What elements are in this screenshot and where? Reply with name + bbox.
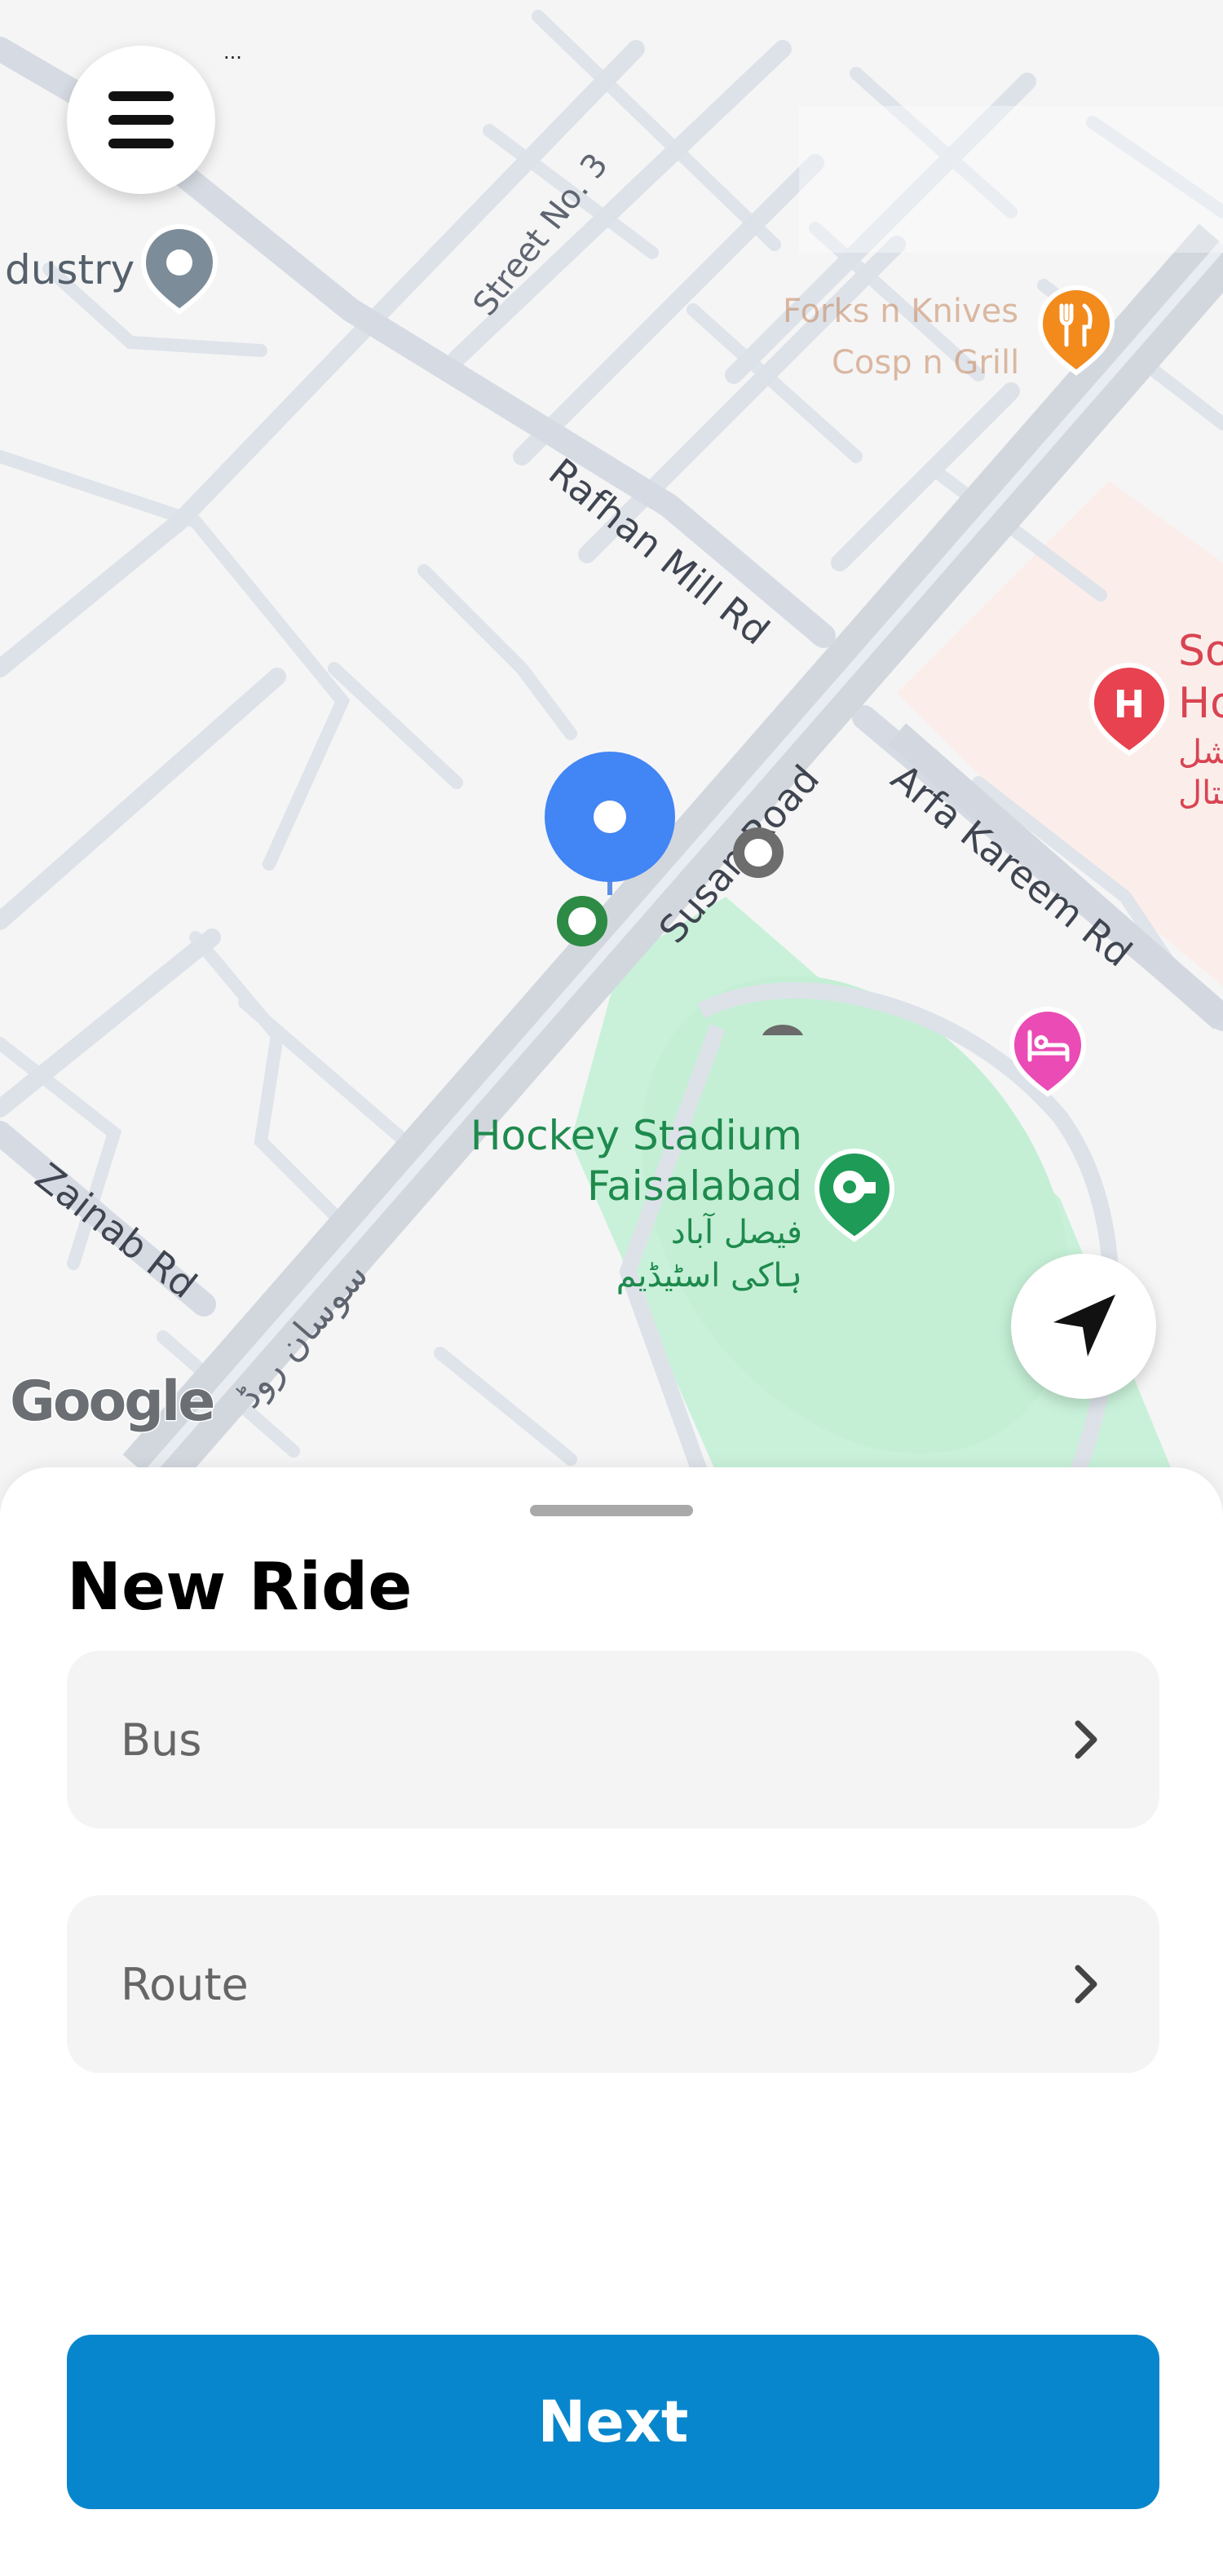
svg-text:H: H <box>1114 682 1146 726</box>
locate-me-button[interactable] <box>1011 1254 1156 1399</box>
poi-label-hospital-line2: Ho <box>1178 679 1223 728</box>
bus-field-label: Bus <box>121 1714 202 1766</box>
sheet-title: New Ride <box>67 1549 413 1625</box>
sheet-drag-handle[interactable] <box>530 1505 693 1516</box>
route-field-label: Route <box>121 1958 249 2010</box>
poi-label-hospital-urdu-line1: شل <box>1178 734 1223 771</box>
poi-label-restaurant-line1: Forks n Knives <box>783 293 1018 330</box>
new-ride-sheet: New Ride Bus Route Next <box>0 1467 1223 2576</box>
map-view[interactable]: Street No. 3 Rafhan Mill Rd Susan Road A… <box>0 0 1223 1475</box>
route-stop-marker-green[interactable] <box>557 896 607 946</box>
google-logo: Google <box>8 1369 216 1436</box>
navigation-arrow-icon <box>1053 1295 1115 1356</box>
next-button[interactable]: Next <box>67 2335 1159 2509</box>
poi-label-hospital-line1: So <box>1178 627 1223 676</box>
chevron-right-icon <box>1075 1965 1097 2004</box>
poi-label-stadium-urdu-line2: ہاکی اسٹیڈیم <box>616 1257 802 1295</box>
poi-label-stadium-line2: Faisalabad <box>587 1162 802 1210</box>
hamburger-icon <box>108 91 174 148</box>
menu-button[interactable] <box>67 46 215 194</box>
poi-label-stadium-line1: Hockey Stadium <box>470 1112 802 1159</box>
poi-label-stadium-urdu-line1: فیصل آباد <box>671 1212 802 1251</box>
top-ellipsis: ... <box>223 41 242 64</box>
bus-select-field[interactable]: Bus <box>67 1651 1159 1828</box>
route-stop-marker-grey[interactable] <box>733 827 784 878</box>
poi-label-hospital-urdu-line2: ںتال <box>1178 774 1223 812</box>
route-select-field[interactable]: Route <box>67 1895 1159 2073</box>
poi-label-restaurant-line2: Cosp n Grill <box>832 344 1019 382</box>
poi-label-industry: dustry <box>5 246 135 293</box>
chevron-right-icon <box>1075 1720 1097 1759</box>
